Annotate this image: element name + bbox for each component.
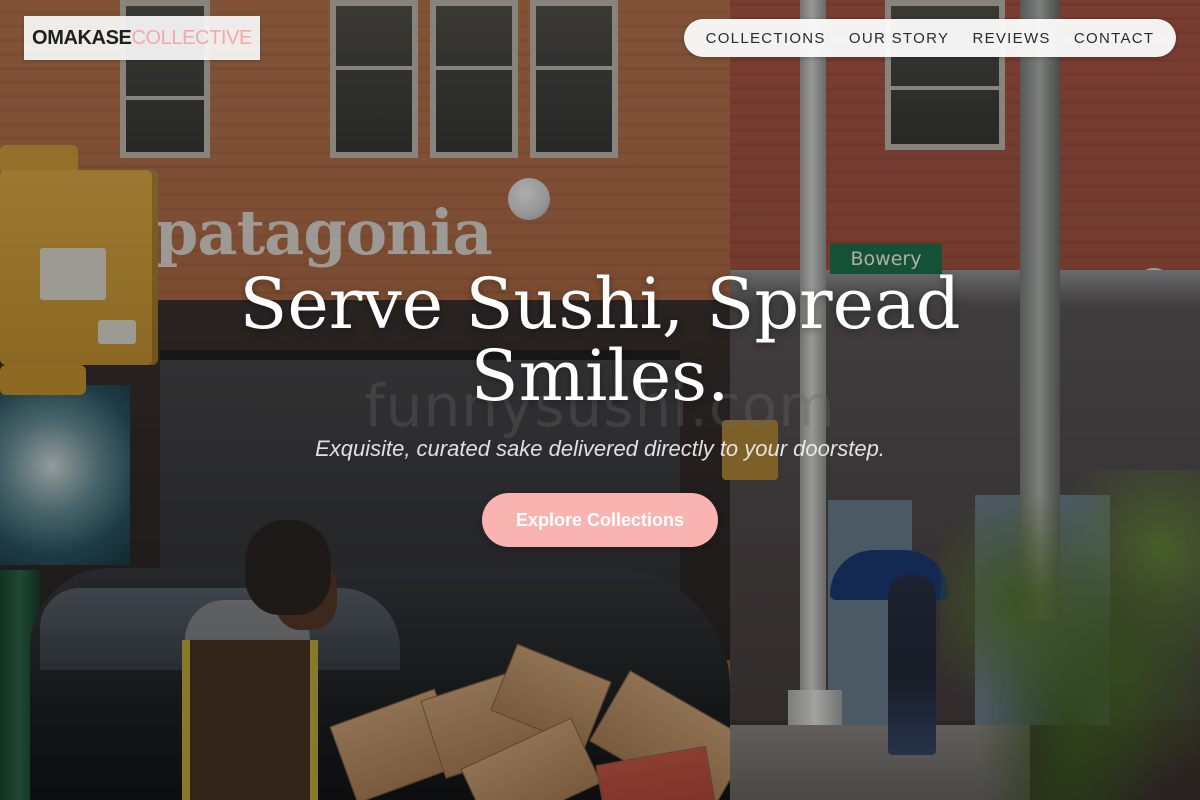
nav-link-contact[interactable]: CONTACT: [1074, 30, 1154, 47]
brand-name-primary: OMAKASE: [32, 26, 132, 49]
brand-name-secondary: COLLECTIVE: [131, 26, 252, 49]
main-nav: COLLECTIONS OUR STORY REVIEWS CONTACT: [684, 19, 1176, 57]
hero-subtitle: Exquisite, curated sake delivered direct…: [315, 436, 885, 461]
hero-title-line-2: Smiles.: [470, 335, 730, 417]
nav-link-reviews[interactable]: REVIEWS: [972, 30, 1050, 47]
nav-link-collections[interactable]: COLLECTIONS: [706, 30, 826, 47]
explore-collections-button[interactable]: Explore Collections: [482, 493, 718, 547]
hero-title-line-1: Serve Sushi, Spread: [239, 263, 961, 345]
hero-title: Serve Sushi, Spread Smiles.: [150, 268, 1050, 412]
brand-logo[interactable]: OMAKASE COLLECTIVE: [24, 16, 260, 60]
nav-link-our-story[interactable]: OUR STORY: [849, 30, 949, 47]
